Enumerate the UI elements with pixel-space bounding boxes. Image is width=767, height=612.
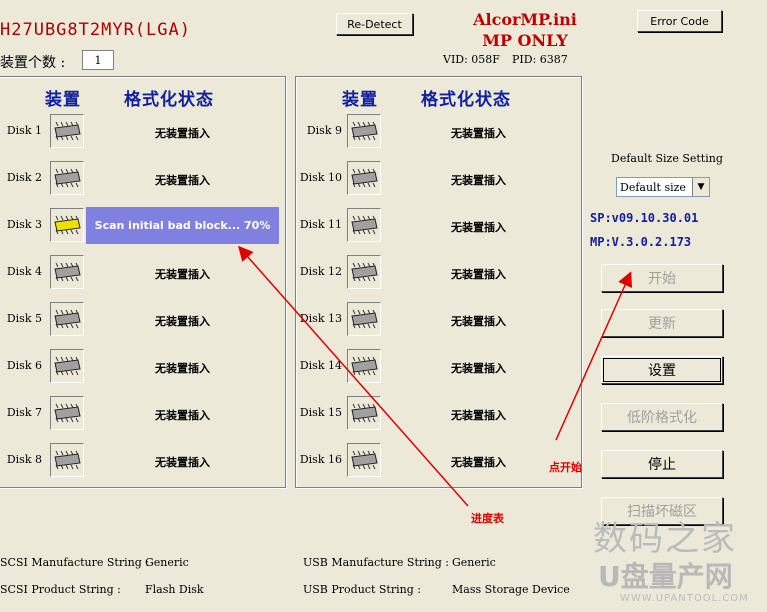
- start-annotation: 点开始: [549, 461, 582, 474]
- watermark-line1: 数码之家: [593, 519, 737, 559]
- progress-annotation: 进度表: [471, 512, 504, 525]
- progress-annotation-arrow-icon: [238, 245, 469, 507]
- watermark-line2: U盘量产网: [598, 560, 733, 593]
- watermark-url: WWW.UPANTOOL.COM: [620, 593, 749, 604]
- start-annotation-arrow-icon: [555, 271, 632, 441]
